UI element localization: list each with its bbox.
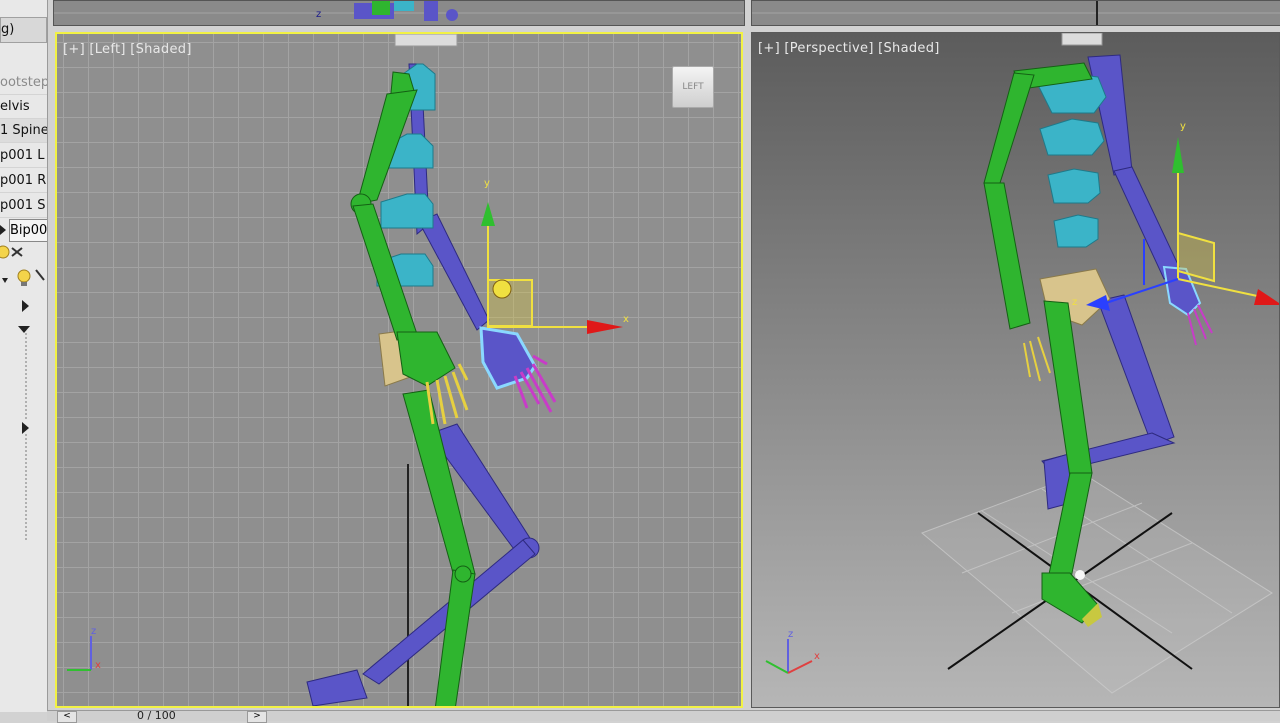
gizmo-z-label: z	[1072, 297, 1077, 308]
transform-gizmo[interactable]: y x	[481, 178, 629, 334]
tripod-x-label: x	[95, 660, 101, 671]
top-right-viewport-grid	[752, 1, 1280, 25]
collapse-arrow-icon[interactable]	[2, 278, 8, 283]
left-viewport-scene: y x z x	[67, 34, 629, 706]
viewport-perspective[interactable]: [+] [Perspective] [Shaded] y z z x	[751, 32, 1280, 708]
axis-label-z: z	[316, 9, 321, 20]
yellow-hand[interactable]	[1023, 336, 1051, 382]
ground-grid	[921, 472, 1273, 694]
viewport-top-right[interactable]	[751, 0, 1280, 26]
bone-link-icon[interactable]	[35, 269, 45, 281]
prev-frame-button[interactable]: <	[57, 711, 77, 723]
explorer-icons	[0, 245, 45, 540]
explorer-item-spine[interactable]: 1 Spine	[0, 119, 47, 143]
gizmo-x-label: x	[623, 314, 629, 325]
explorer-item-spine-s[interactable]: p001 S	[0, 194, 47, 218]
x-axis-arrow-icon[interactable]	[587, 320, 623, 334]
explorer-tab-biped[interactable]: Bip00	[9, 219, 47, 242]
gizmo-y-label: y	[484, 178, 490, 189]
explorer-item-right[interactable]: p001 R	[0, 169, 47, 193]
tripod-z-label: z	[91, 626, 96, 637]
axis-tripod-left: z x	[67, 626, 101, 671]
pivot-dot	[1075, 570, 1085, 580]
axis-tripod-perspective: z x	[765, 629, 820, 674]
biped-fragment	[354, 1, 458, 21]
y-axis-arrow-icon[interactable]	[1172, 137, 1184, 173]
bone-link-icon[interactable]	[11, 247, 23, 257]
tripod-z-label: z	[788, 629, 793, 640]
top-viewport-grid: z	[54, 1, 744, 21]
collapse-arrow-icon[interactable]	[18, 326, 30, 333]
explorer-header[interactable]: g)	[0, 17, 47, 43]
explorer-tab-row: Bip00	[0, 219, 47, 242]
scene-explorer: g) ootstep elvis 1 Spine p001 L p001 R p…	[0, 0, 48, 712]
viewport-top-left[interactable]: z	[53, 0, 745, 26]
selected-hand[interactable]	[479, 326, 557, 413]
y-axis-arrow-icon[interactable]	[481, 202, 495, 226]
x-axis-arrow-icon[interactable]	[1254, 289, 1280, 305]
expand-arrow-icon[interactable]	[22, 300, 29, 312]
lightbulb-icon[interactable]	[0, 245, 10, 259]
explorer-item-pelvis[interactable]: elvis	[0, 95, 47, 119]
time-slider[interactable]: < 0 / 100 >	[47, 710, 1280, 723]
gizmo-y-label: y	[1180, 121, 1186, 132]
lightbulb-icon[interactable]	[17, 269, 31, 286]
explorer-item-left[interactable]: p001 L	[0, 144, 47, 168]
tripod-x-label: x	[814, 651, 820, 662]
next-frame-button[interactable]: >	[247, 711, 267, 723]
move-cursor-icon	[492, 279, 512, 299]
explorer-item-footsteps[interactable]: ootstep	[0, 71, 47, 95]
expand-arrow-icon[interactable]	[0, 225, 6, 235]
perspective-scene: y z z x	[765, 33, 1280, 694]
expand-arrow-icon[interactable]	[22, 422, 29, 434]
viewport-left[interactable]: [+] [Left] [Shaded] LEFT y x z x	[55, 32, 743, 708]
